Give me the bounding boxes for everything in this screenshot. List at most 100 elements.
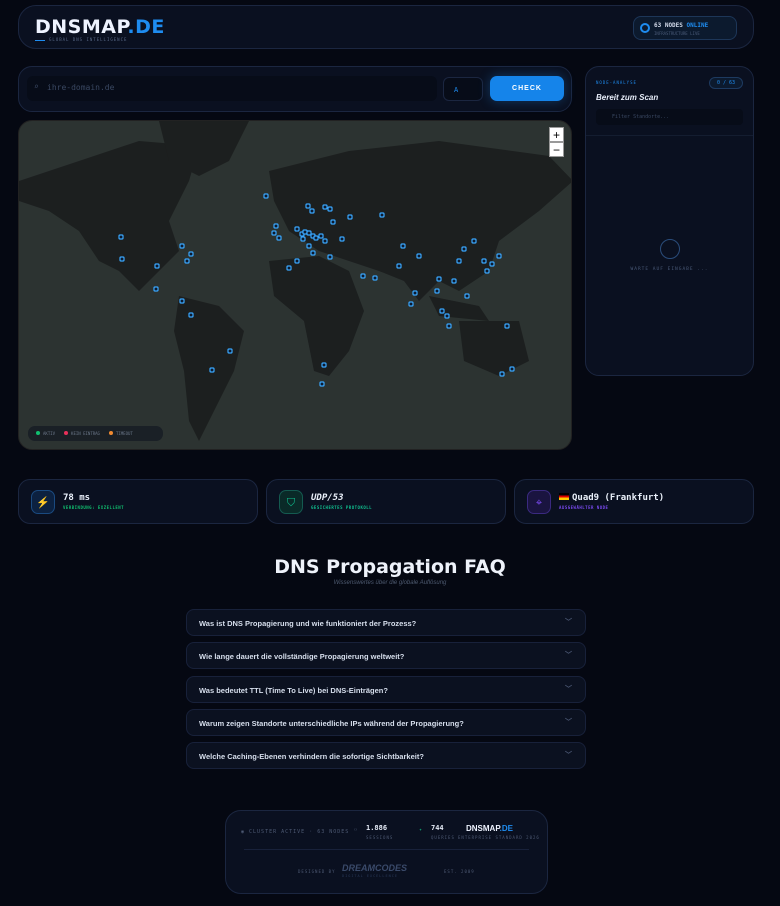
check-button[interactable]: CHECK	[490, 76, 564, 101]
node-marker[interactable]	[400, 243, 406, 249]
node-marker[interactable]	[184, 258, 190, 264]
node-marker[interactable]	[310, 250, 316, 256]
node-marker[interactable]	[271, 230, 277, 236]
node-marker[interactable]	[306, 230, 312, 236]
node-marker[interactable]	[327, 206, 333, 212]
footer-logo[interactable]: DNSMAP.DE	[466, 824, 513, 833]
faq-item[interactable]: Welche Caching-Ebenen verhindern die sof…	[186, 742, 586, 769]
search-panel: ihre-domain.de A CHECK	[18, 66, 572, 112]
brand-logo[interactable]: DREAMCODES	[342, 863, 407, 873]
node-marker[interactable]	[481, 258, 487, 264]
node-marker[interactable]	[451, 278, 457, 284]
node-marker[interactable]	[273, 223, 279, 229]
node-marker[interactable]	[330, 219, 336, 225]
node-marker[interactable]	[416, 253, 422, 259]
node-marker[interactable]	[347, 214, 353, 220]
node-marker[interactable]	[309, 208, 315, 214]
node-marker[interactable]	[499, 371, 505, 377]
stat-latency: ⚡ 78 ms VERBINDUNG: EXZELLENT	[18, 479, 258, 524]
node-marker[interactable]	[118, 234, 124, 240]
node-marker[interactable]	[436, 276, 442, 282]
node-marker[interactable]	[489, 261, 495, 267]
node-marker[interactable]	[322, 204, 328, 210]
node-marker[interactable]	[379, 212, 385, 218]
node-marker[interactable]	[306, 243, 312, 249]
waiting-text: WARTE AUF EINGABE ...	[630, 267, 709, 272]
node-marker[interactable]	[319, 381, 325, 387]
node-marker[interactable]	[464, 293, 470, 299]
record-type-select[interactable]: A	[443, 77, 483, 101]
map-legend: AKTIV KEIN EINTRAG TIMEOUT	[28, 426, 163, 441]
node-marker[interactable]	[444, 313, 450, 319]
node-marker[interactable]	[300, 236, 306, 242]
node-marker[interactable]	[360, 273, 366, 279]
zoom-in-button[interactable]: +	[549, 127, 564, 142]
faq-item[interactable]: Wie lange dauert die vollständige Propag…	[186, 642, 586, 669]
faq-title: DNS Propagation FAQ	[274, 556, 506, 578]
node-marker[interactable]	[461, 246, 467, 252]
node-marker[interactable]	[456, 258, 462, 264]
node-analysis-panel: NODE-ANALYSE 0 / 63 Bereit zum Scan Filt…	[585, 66, 754, 376]
node-marker[interactable]	[294, 258, 300, 264]
node-marker[interactable]	[434, 288, 440, 294]
node-marker[interactable]	[327, 254, 333, 260]
node-marker[interactable]	[286, 265, 292, 271]
node-marker[interactable]	[321, 362, 327, 368]
legend-item-timeout: TIMEOUT	[108, 431, 133, 436]
stat-label: AUSGEWÄHLTER NODE	[559, 505, 609, 510]
queries-value: 744	[431, 824, 444, 832]
node-marker[interactable]	[209, 367, 215, 373]
node-marker[interactable]	[484, 268, 490, 274]
stat-label: GESICHERTES PROTOKOLL	[311, 505, 373, 510]
node-marker[interactable]	[446, 323, 452, 329]
node-marker[interactable]	[313, 235, 319, 241]
node-marker[interactable]	[276, 235, 282, 241]
node-marker[interactable]	[188, 251, 194, 257]
panel-title: Bereit zum Scan	[596, 93, 659, 102]
sessions-label: SESSIONS	[366, 835, 394, 840]
node-marker[interactable]	[119, 256, 125, 262]
map-pin-icon: ⌖	[527, 490, 551, 514]
node-marker[interactable]	[496, 253, 502, 259]
node-marker[interactable]	[188, 312, 194, 318]
logo[interactable]: DNSMAP.DE	[35, 16, 165, 38]
node-marker[interactable]	[227, 348, 233, 354]
divider	[586, 135, 753, 136]
node-marker[interactable]	[471, 238, 477, 244]
node-marker[interactable]	[179, 243, 185, 249]
node-marker[interactable]	[305, 203, 311, 209]
faq-item[interactable]: Was bedeutet TTL (Time To Live) bei DNS-…	[186, 676, 586, 703]
legend-item-active: AKTIV	[36, 431, 55, 436]
world-map[interactable]: + − AKTIV KEIN EINTRAG TIMEOUT	[18, 120, 572, 450]
node-marker[interactable]	[509, 366, 515, 372]
node-marker[interactable]	[154, 263, 160, 269]
divider	[244, 849, 529, 850]
node-markers	[118, 193, 515, 387]
node-marker[interactable]	[294, 226, 300, 232]
faq-item[interactable]: Was ist DNS Propagierung und wie funktio…	[186, 609, 586, 636]
node-marker[interactable]	[339, 236, 345, 242]
section-label: NODE-ANALYSE	[596, 80, 637, 85]
filter-input[interactable]: Filter Standorte...	[596, 109, 743, 125]
node-marker[interactable]	[153, 286, 159, 292]
zoom-out-button[interactable]: −	[549, 142, 564, 157]
node-marker[interactable]	[412, 290, 418, 296]
node-marker[interactable]	[318, 233, 324, 239]
node-marker[interactable]	[408, 301, 414, 307]
brand-subtitle: DIGITAL EXCELLENCE	[342, 874, 398, 878]
chevron-down-icon: ﹀	[565, 719, 572, 726]
faq-item[interactable]: Warum zeigen Standorte unterschiedliche …	[186, 709, 586, 736]
faq-subtitle: Wissenswertes über die globale Auflösung	[333, 580, 447, 586]
node-marker[interactable]	[179, 298, 185, 304]
node-marker[interactable]	[504, 323, 510, 329]
stat-label: VERBINDUNG: EXZELLENT	[63, 505, 125, 510]
node-marker[interactable]	[322, 238, 328, 244]
node-marker[interactable]	[396, 263, 402, 269]
node-marker[interactable]	[263, 193, 269, 199]
domain-input[interactable]: ihre-domain.de	[27, 76, 437, 101]
node-marker[interactable]	[372, 275, 378, 281]
flag-de-icon	[559, 493, 569, 500]
node-marker[interactable]	[439, 308, 445, 314]
globe-icon	[660, 239, 680, 259]
tagline: GLOBAL DNS INTELLIGENCE	[35, 37, 127, 42]
